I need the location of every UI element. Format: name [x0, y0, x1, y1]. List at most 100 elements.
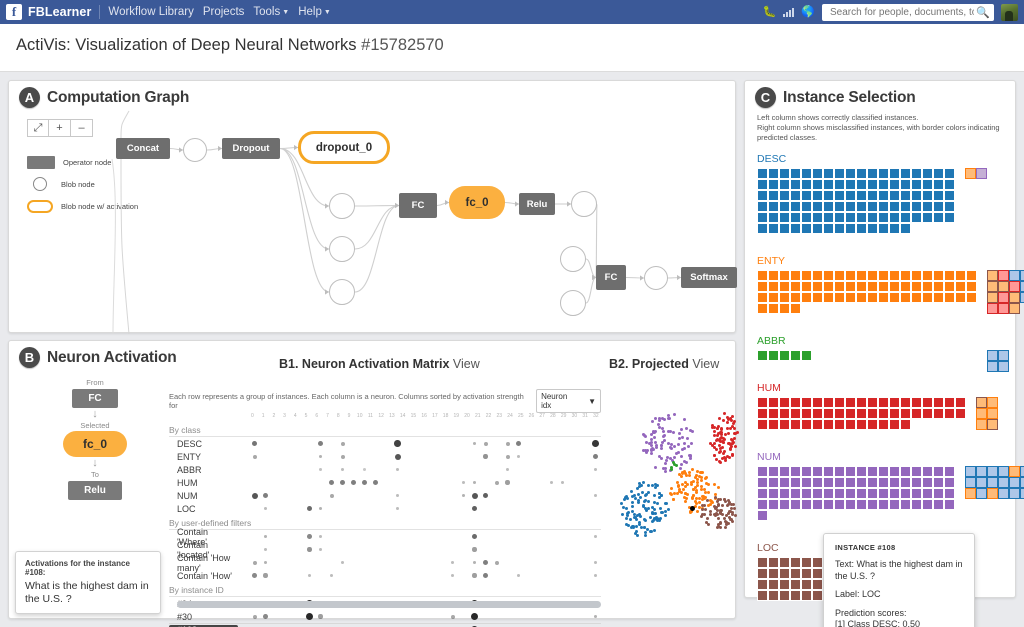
instance-cell[interactable]: [867, 168, 878, 179]
instance-cell[interactable]: [889, 270, 900, 281]
instance-cell[interactable]: [944, 168, 955, 179]
instance-cell[interactable]: [823, 488, 834, 499]
instance-cell[interactable]: [801, 408, 812, 419]
correct-instances-grid[interactable]: [757, 168, 955, 234]
matrix-cell[interactable]: [348, 613, 359, 620]
matrix-cell[interactable]: [293, 547, 304, 552]
instance-cell[interactable]: [757, 212, 768, 223]
matrix-cell[interactable]: [304, 440, 315, 447]
scatter-point[interactable]: [681, 436, 684, 439]
matrix-cell[interactable]: [546, 534, 557, 540]
scatter-point[interactable]: [669, 457, 672, 460]
graph-operator-node[interactable]: Concat: [116, 138, 170, 159]
instance-cell[interactable]: [790, 292, 801, 303]
instance-cell[interactable]: [823, 408, 834, 419]
matrix-cell[interactable]: [568, 440, 579, 447]
matrix-cell[interactable]: [414, 468, 425, 472]
instance-cell[interactable]: [955, 408, 966, 419]
matrix-cell[interactable]: [238, 440, 249, 447]
misclassified-instance-cell[interactable]: [998, 466, 1009, 477]
matrix-cell[interactable]: [568, 613, 579, 620]
instance-cell[interactable]: [801, 350, 812, 361]
instance-cell[interactable]: [878, 292, 889, 303]
matrix-cell[interactable]: [480, 573, 491, 578]
scatter-point[interactable]: [635, 518, 638, 521]
matrix-cell[interactable]: [491, 560, 502, 565]
matrix-cell[interactable]: [403, 573, 414, 578]
scatter-point[interactable]: [676, 481, 679, 484]
instance-cell[interactable]: [757, 201, 768, 212]
instance-cell[interactable]: [812, 408, 823, 419]
matrix-cell[interactable]: [568, 468, 579, 472]
instance-cell[interactable]: [911, 190, 922, 201]
matrix-cell[interactable]: [359, 534, 370, 540]
matrix-cell[interactable]: [381, 506, 392, 512]
scatter-point[interactable]: [706, 517, 709, 520]
matrix-cell[interactable]: [315, 468, 326, 472]
scatter-point[interactable]: [723, 438, 726, 441]
instance-cell[interactable]: [922, 201, 933, 212]
instance-cell[interactable]: [779, 223, 790, 234]
matrix-cell[interactable]: [260, 468, 271, 472]
instance-cell[interactable]: [801, 270, 812, 281]
instance-cell[interactable]: [812, 223, 823, 234]
instance-cell[interactable]: [779, 179, 790, 190]
matrix-cell[interactable]: [425, 573, 436, 578]
matrix-cell[interactable]: [304, 454, 315, 460]
matrix-cell[interactable]: [535, 573, 546, 578]
instance-cell[interactable]: [911, 499, 922, 510]
instance-cell[interactable]: [878, 212, 889, 223]
instance-cell[interactable]: [933, 477, 944, 488]
scatter-point[interactable]: [636, 534, 639, 537]
globe-icon[interactable]: 🌎: [801, 7, 815, 18]
instance-cell[interactable]: [900, 270, 911, 281]
matrix-cell[interactable]: [579, 560, 590, 565]
matrix-cell[interactable]: [348, 506, 359, 512]
matrix-cell[interactable]: [557, 560, 568, 565]
matrix-cell[interactable]: [392, 573, 403, 578]
scatter-point[interactable]: [660, 494, 663, 497]
instance-cell[interactable]: [779, 557, 790, 568]
matrix-cell[interactable]: [535, 560, 546, 565]
instance-cell[interactable]: [933, 201, 944, 212]
instance-cell[interactable]: [845, 270, 856, 281]
matrix-cell[interactable]: [315, 613, 326, 620]
matrix-cell[interactable]: [469, 506, 480, 512]
instance-cell[interactable]: [845, 499, 856, 510]
instance-cell[interactable]: [889, 201, 900, 212]
matrix-cell[interactable]: [348, 547, 359, 552]
misclassified-instances-grid[interactable]: [987, 270, 1024, 314]
matrix-cell[interactable]: [579, 547, 590, 552]
scatter-point[interactable]: [698, 501, 701, 504]
instance-cell[interactable]: [801, 212, 812, 223]
matrix-row[interactable]: HUM: [169, 476, 601, 489]
instance-cell[interactable]: [922, 190, 933, 201]
instance-cell[interactable]: [823, 292, 834, 303]
instance-cell[interactable]: [900, 201, 911, 212]
matrix-cell[interactable]: [337, 506, 348, 512]
instance-cell[interactable]: [867, 281, 878, 292]
matrix-cell[interactable]: [447, 534, 458, 540]
scatter-point[interactable]: [679, 467, 682, 470]
scatter-point[interactable]: [672, 431, 675, 434]
instance-cell[interactable]: [867, 488, 878, 499]
instance-cell[interactable]: [900, 179, 911, 190]
instance-cell[interactable]: [801, 179, 812, 190]
nav-link-tools[interactable]: Tools▼: [253, 6, 289, 18]
instance-cell[interactable]: [812, 590, 823, 601]
scatter-point[interactable]: [733, 427, 736, 430]
misclassified-instance-cell[interactable]: [976, 477, 987, 488]
scatter-point[interactable]: [700, 515, 703, 518]
matrix-cell[interactable]: [546, 440, 557, 447]
misclassified-instance-cell[interactable]: [987, 270, 998, 281]
instance-cell[interactable]: [911, 466, 922, 477]
instance-cell[interactable]: [801, 223, 812, 234]
instance-cell[interactable]: [801, 579, 812, 590]
instance-cell[interactable]: [933, 488, 944, 499]
instance-cell[interactable]: [889, 190, 900, 201]
matrix-cell[interactable]: [447, 468, 458, 472]
matrix-cell[interactable]: [524, 468, 535, 472]
matrix-cell[interactable]: [238, 573, 249, 578]
instance-cell[interactable]: [867, 419, 878, 430]
matrix-cell[interactable]: [370, 560, 381, 565]
